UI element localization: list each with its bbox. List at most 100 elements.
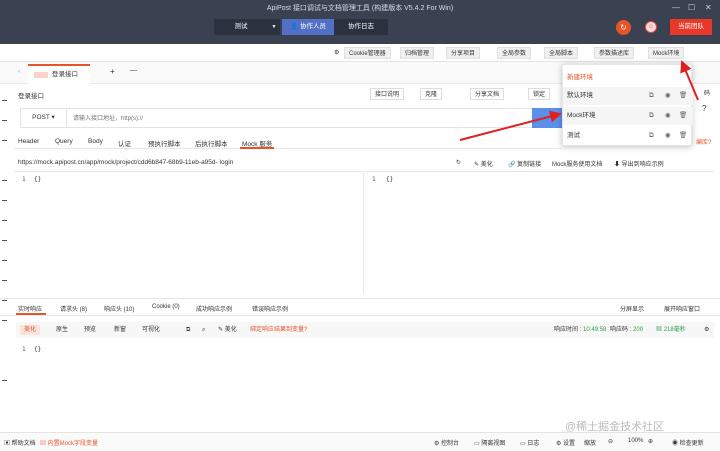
method-select[interactable]: POST ▾ — [21, 109, 67, 127]
tab-more-button[interactable]: — — [130, 67, 137, 74]
copy-link-button[interactable]: 🔗 复制链接 — [508, 159, 541, 168]
split-view-button[interactable]: 分屏显示 — [620, 304, 644, 313]
tab-cookie[interactable]: Cookie (0) — [152, 304, 180, 310]
watermark: @稀土掘金技术社区 — [565, 421, 665, 433]
tree-marker — [2, 320, 7, 321]
copy-link-label: 复制链接 — [517, 162, 542, 168]
beautify-button[interactable]: ✎ 美化 — [214, 325, 241, 335]
users-icon: 👤 — [290, 23, 299, 30]
format-raw[interactable]: 原生 — [52, 325, 72, 335]
chevron-down-icon[interactable]: ▼ — [268, 19, 280, 35]
mock-vars-label: 内置Mock字段变量 — [47, 441, 99, 447]
maximize-button[interactable]: ☐ — [688, 3, 695, 12]
export-example-button[interactable]: ⬇ 导出到响应示例 — [614, 159, 664, 168]
api-name: 登录接口 — [18, 93, 44, 100]
timer-icon: ▦ — [656, 327, 663, 333]
env-item-default[interactable]: 默认环境 ⧉ ◉ 🗑 — [563, 87, 693, 105]
refresh-icon[interactable]: ↻ — [456, 159, 461, 166]
global-params-button[interactable]: 全局参数 — [497, 47, 532, 59]
mock-preview[interactable]: 1 {} — [366, 173, 714, 293]
minimize-button[interactable]: — — [672, 3, 680, 12]
tab-label: 登录接口 — [52, 71, 78, 78]
zoom-in-icon[interactable]: ⊕ — [648, 438, 653, 445]
add-tab-button[interactable]: + — [110, 67, 115, 76]
env-selector[interactable]: 测试 — [214, 19, 268, 35]
check-update-label: 检查更新 — [679, 441, 704, 447]
log-button[interactable]: ▭ 日志 — [520, 438, 539, 447]
tab-body[interactable]: Body — [88, 138, 103, 145]
api-doc-button[interactable]: 接口说明 — [370, 88, 405, 100]
format-pretty[interactable]: 美化 — [20, 325, 41, 335]
help-icon[interactable]: ? — [702, 104, 706, 113]
lock-button[interactable]: 锁定 — [528, 88, 551, 100]
mock-env-select[interactable]: Mock环境 — [648, 47, 685, 59]
tab-auth[interactable]: 认证 — [118, 138, 131, 148]
global-script-button[interactable]: 全局脚本 — [544, 47, 579, 59]
mock-editor[interactable]: 1 {} — [18, 173, 364, 293]
eye-icon[interactable]: ◉ — [665, 107, 671, 125]
format-preview[interactable]: 预览 — [80, 325, 100, 335]
beautify-button[interactable]: ✎ 美化 — [474, 159, 493, 168]
url-input[interactable] — [73, 114, 373, 124]
search-icon[interactable]: ⌕ — [198, 325, 209, 335]
code-text: {} — [386, 176, 394, 183]
param-desc-button[interactable]: 参数描述库 — [594, 47, 635, 59]
zoom-out-icon[interactable]: ⊖ — [608, 438, 613, 445]
method-badge — [34, 72, 48, 78]
trash-icon[interactable]: 🗑 — [679, 127, 687, 145]
tab-request-headers[interactable]: 请求头 (8) — [60, 304, 87, 313]
close-button[interactable]: ✕ — [705, 3, 712, 12]
settings-icon[interactable]: ⚙ — [700, 325, 713, 335]
response-body[interactable]: 1 {} — [16, 340, 714, 420]
env-item-test[interactable]: 测试 ⧉ ◉ 🗑 — [563, 127, 693, 145]
bind-variable-link[interactable]: 绑定响应结果到变量? — [246, 325, 311, 335]
expand-response-button[interactable]: 展开响应窗口 — [664, 304, 700, 313]
tree-marker — [2, 240, 7, 241]
format-new-window[interactable]: 新窗 — [110, 325, 130, 335]
current-team-button[interactable]: 当前团队 — [670, 19, 712, 35]
tab-response-headers[interactable]: 响应头 (10) — [104, 304, 134, 313]
tab-error-example[interactable]: 错误响应示例 — [252, 304, 288, 313]
cookie-manager-button[interactable]: Cookie管理器 — [344, 47, 391, 59]
tab-header[interactable]: Header — [18, 138, 39, 145]
trash-icon[interactable]: 🗑 — [679, 107, 687, 125]
chevron-left-icon[interactable]: ‹ — [18, 68, 20, 75]
send-button[interactable] — [532, 108, 564, 128]
tab-post-script[interactable]: 后执行脚本 — [195, 138, 228, 148]
collaborators-button[interactable]: 👤 协作人员 — [282, 19, 334, 35]
trash-icon[interactable]: 🗑 — [679, 87, 687, 105]
clone-button[interactable]: 克隆 — [420, 88, 443, 100]
eye-icon[interactable]: ◉ — [665, 127, 671, 145]
code-button[interactable]: 码 — [700, 88, 715, 100]
env-item-mock[interactable]: Mock环境 ⧉ ◉ 🗑 — [563, 107, 693, 125]
share-project-button[interactable]: 分享项目 — [446, 47, 481, 59]
eye-icon[interactable]: ◉ — [665, 87, 671, 105]
share-doc-button[interactable]: 分享文档 — [470, 88, 505, 100]
settings-button[interactable]: ⚙ 设置 — [556, 438, 575, 447]
line-number: 1 — [22, 176, 26, 183]
tab-realtime-response[interactable]: 实时响应 — [18, 304, 42, 313]
tab-login-api[interactable]: 登录接口 — [28, 64, 90, 84]
avatar[interactable]: ☺ — [645, 21, 657, 33]
check-update-button[interactable]: ◉ 检查更新 — [672, 438, 704, 447]
copy-icon[interactable]: ⧉ — [182, 325, 194, 335]
tab-success-example[interactable]: 成功响应示例 — [196, 304, 232, 313]
archive-button[interactable]: 归档管理 — [400, 47, 435, 59]
tab-query[interactable]: Query — [55, 138, 73, 145]
new-env-button[interactable]: 新建环境 — [563, 69, 693, 87]
copy-icon[interactable]: ⧉ — [649, 107, 654, 125]
sync-icon[interactable]: ↻ — [616, 20, 631, 35]
mock-url[interactable]: https://mock.apipost.cn/app/mock/project… — [18, 159, 233, 166]
format-visual[interactable]: 可视化 — [138, 325, 164, 335]
mock-vars-link[interactable]: ▤ 内置Mock字段变量 — [40, 438, 98, 447]
tree-marker — [2, 180, 7, 181]
help-docs-link[interactable]: ▣ 帮助文档 — [4, 438, 36, 447]
copy-icon[interactable]: ⧉ — [649, 87, 654, 105]
layout-button[interactable]: ▭ 隔离视图 — [474, 438, 505, 447]
zoom-value: 100% — [628, 438, 644, 444]
collab-log-button[interactable]: 协作日志 — [334, 19, 388, 35]
copy-icon[interactable]: ⧉ — [649, 127, 654, 145]
tab-pre-script[interactable]: 预执行脚本 — [148, 138, 181, 148]
console-button[interactable]: ⚙ 控制台 — [434, 438, 459, 447]
mock-doc-link[interactable]: Mock服务使用文档 — [552, 159, 602, 168]
